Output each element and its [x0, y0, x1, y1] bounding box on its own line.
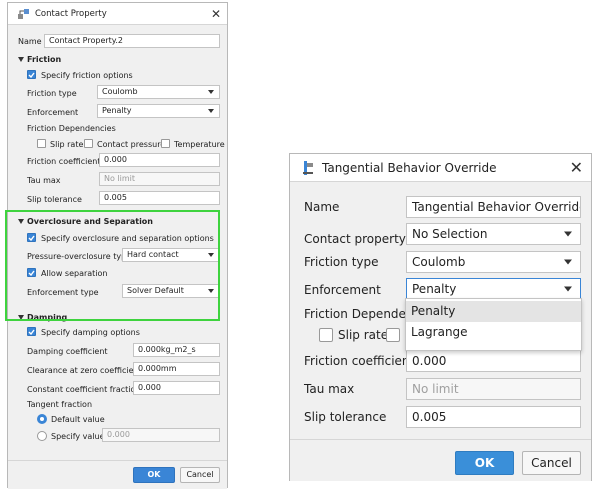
specify-friction-label: Specify friction options	[41, 71, 133, 80]
overclosure-highlight-box	[5, 210, 220, 321]
specify-damping-label: Specify damping options	[41, 328, 140, 337]
ok-button[interactable]: OK	[455, 451, 514, 475]
damping-coefficient-input[interactable]: 0.000kg_m2_s	[133, 343, 220, 357]
contact-property-value: No Selection	[412, 227, 488, 241]
friction-coefficient-input[interactable]: 0.000	[406, 350, 581, 372]
cancel-button[interactable]: Cancel	[522, 451, 581, 475]
chevron-down-icon	[208, 90, 214, 94]
ok-button[interactable]: OK	[133, 467, 175, 483]
slip-rate-checkbox[interactable]	[319, 328, 333, 342]
close-icon[interactable]: ✕	[211, 7, 221, 21]
friction-type-label: Friction type	[27, 89, 77, 98]
chevron-down-icon	[564, 259, 572, 265]
friction-dependencies-label: Friction Dependencies	[27, 124, 116, 133]
dropdown-option-penalty[interactable]: Penalty	[406, 301, 581, 322]
slip-tolerance-input[interactable]: 0.005	[99, 191, 220, 205]
friction-type-value: Coulomb	[412, 255, 466, 269]
name-input[interactable]: Tangential Behavior Override.1	[406, 196, 581, 218]
friction-type-label: Friction type	[304, 255, 379, 269]
cancel-button[interactable]: Cancel	[180, 467, 220, 483]
default-value-label: Default value	[51, 415, 105, 424]
dialog-title: Tangential Behavior Override	[322, 161, 497, 175]
temperature-checkbox[interactable]	[161, 139, 170, 148]
tau-max-input[interactable]: No limit	[99, 172, 220, 186]
dialog-title: Contact Property	[35, 9, 107, 19]
checkmark-icon	[28, 72, 35, 78]
tau-max-label: Tau max	[27, 176, 61, 185]
chevron-down-icon	[208, 109, 214, 113]
tau-max-label: Tau max	[304, 382, 355, 396]
slip-rate-label: Slip rate	[50, 140, 84, 149]
contact-pressure-checkbox[interactable]	[386, 328, 400, 342]
enforcement-value: Penalty	[102, 106, 132, 115]
damping-coefficient-label: Damping coefficient	[27, 347, 108, 356]
specify-value-input[interactable]: 0.000	[102, 428, 220, 442]
close-icon[interactable]: ✕	[570, 158, 583, 177]
friction-coefficient-label: Friction coefficient	[304, 354, 415, 368]
specify-value-radio[interactable]	[37, 431, 47, 441]
specify-damping-checkbox[interactable]	[27, 327, 36, 336]
constant-fraction-label: Constant coefficient fraction	[27, 385, 141, 394]
tangent-fraction-label: Tangent fraction	[27, 400, 93, 409]
name-input[interactable]: Contact Property.2	[44, 34, 220, 48]
name-label: Name	[304, 200, 340, 214]
specify-friction-checkbox[interactable]	[27, 70, 36, 79]
enforcement-select[interactable]: Penalty	[406, 278, 581, 300]
slip-rate-label: Slip rate	[338, 328, 389, 342]
collapse-triangle-icon[interactable]	[18, 57, 24, 62]
chevron-down-icon	[564, 286, 572, 292]
contact-pressure-checkbox[interactable]	[84, 139, 93, 148]
clearance-label: Clearance at zero coefficient	[27, 366, 142, 375]
friction-coefficient-label: Friction coefficient	[27, 157, 101, 166]
enforcement-label: Enforcement	[304, 283, 381, 297]
checkmark-icon	[28, 329, 35, 335]
chevron-down-icon	[564, 231, 572, 237]
friction-type-select[interactable]: Coulomb	[406, 251, 581, 273]
dialog-footer: OK Cancel	[290, 439, 591, 481]
dialog-footer: OK Cancel	[8, 460, 227, 489]
slip-tolerance-label: Slip tolerance	[304, 410, 387, 424]
name-label: Name	[18, 37, 42, 46]
slip-tolerance-input[interactable]: 0.005	[406, 406, 581, 428]
friction-type-value: Coulomb	[102, 87, 138, 96]
temperature-label: Temperature	[174, 140, 225, 149]
specify-value-label: Specify value	[51, 432, 105, 441]
friction-type-select[interactable]: Coulomb	[97, 85, 220, 99]
friction-section-header[interactable]: Friction	[27, 55, 61, 64]
dialog-titlebar: Tangential Behavior Override ✕	[290, 154, 591, 182]
constant-fraction-input[interactable]: 0.000	[133, 381, 220, 395]
tangential-behavior-icon	[303, 161, 313, 175]
contact-property-select[interactable]: No Selection	[406, 223, 581, 245]
enforcement-value: Penalty	[412, 282, 457, 296]
friction-coefficient-input[interactable]: 0.000	[99, 153, 220, 167]
contact-pressure-label: Contact pressure	[97, 140, 166, 149]
default-value-radio[interactable]	[37, 414, 47, 424]
enforcement-label: Enforcement	[27, 108, 79, 117]
contact-property-label: Contact property	[304, 232, 406, 246]
contact-property-icon	[18, 9, 29, 19]
slip-rate-checkbox[interactable]	[37, 139, 46, 148]
tau-max-input[interactable]: No limit	[406, 378, 581, 400]
enforcement-dropdown-list: Penalty Lagrange	[405, 298, 582, 351]
clearance-input[interactable]: 0.000mm	[133, 362, 220, 376]
dropdown-option-lagrange[interactable]: Lagrange	[406, 322, 581, 343]
dialog-titlebar: Contact Property ✕	[8, 3, 227, 25]
enforcement-select[interactable]: Penalty	[97, 104, 220, 118]
slip-tolerance-label: Slip tolerance	[27, 195, 82, 204]
